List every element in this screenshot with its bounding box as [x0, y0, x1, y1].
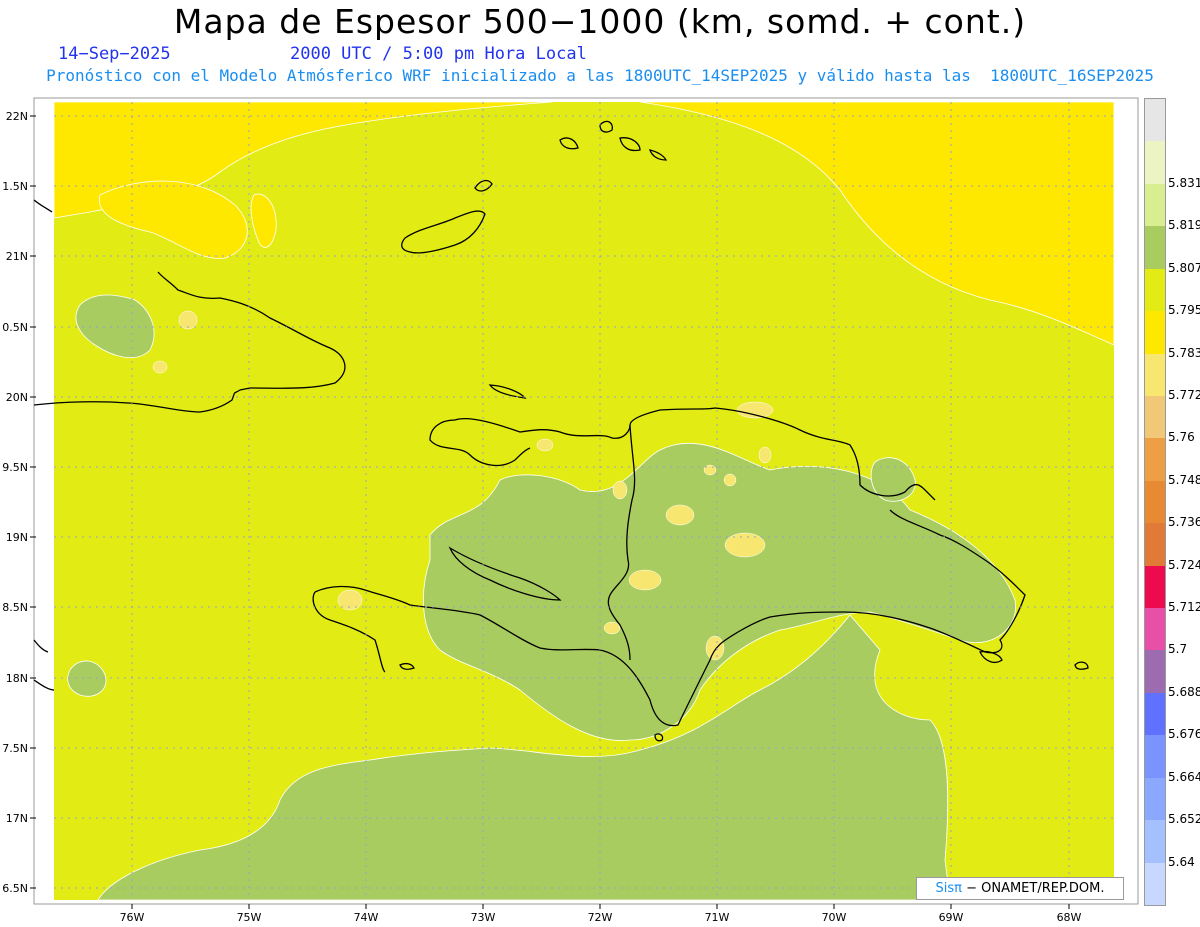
lat-tick-label: 0.5N — [2, 321, 28, 334]
lat-tick-label: 7.5N — [2, 742, 28, 755]
color-scale-bin — [1145, 777, 1165, 821]
lon-tick-label: 72W — [588, 911, 613, 924]
lat-tick-label: 17N — [6, 812, 28, 825]
spot — [723, 473, 737, 487]
lon-tick-label: 76W — [120, 911, 145, 924]
color-scale-bin — [1145, 183, 1165, 227]
color-scale-label: 5.807 — [1168, 260, 1200, 275]
color-scale-label: 5.831 — [1168, 175, 1200, 190]
color-scale-bin — [1145, 565, 1165, 609]
color-scale-label: 5.664 — [1168, 769, 1200, 784]
color-scale-label: 5.7 — [1168, 642, 1188, 657]
color-scale-label: 5.676 — [1168, 727, 1200, 742]
color-scale-labels: 5.64 5.652 5.664 5.676 5.688 5.7 5.712 5.724 5.7… — [1168, 98, 1200, 904]
lat-tick-label: 9.5N — [2, 461, 28, 474]
lat-tick-label: 21N — [6, 250, 28, 263]
lon-tick-label: 68W — [1057, 911, 1082, 924]
color-scale-label: 5.772 — [1168, 387, 1200, 402]
color-scale-label: 5.688 — [1168, 684, 1200, 699]
color-scale-label: 5.724 — [1168, 557, 1200, 572]
credit-text: − ONAMET/REP.DOM. — [961, 881, 1105, 896]
spot — [603, 621, 621, 635]
spot — [536, 438, 554, 452]
lat-tick-label: 8.5N — [2, 601, 28, 614]
thickness-map: 22N 1.5N 21N 0.5N 20N 9.5N 19N 8.5N 18N 7.5N 17N 6.… — [2, 97, 1139, 924]
spot — [665, 504, 695, 526]
color-scale-label: 5.795 — [1168, 303, 1200, 318]
spot — [724, 532, 766, 558]
color-scale-bin — [1145, 311, 1165, 354]
color-scale-bin — [1145, 99, 1165, 142]
color-scale-label: 5.748 — [1168, 472, 1200, 487]
lat-tick-label: 19N — [6, 531, 28, 544]
lon-tick-label: 75W — [237, 911, 262, 924]
spot — [178, 310, 198, 330]
lon-tick-label: 70W — [822, 911, 847, 924]
credit-brand: Sisπ — [935, 881, 962, 896]
color-scale-bin — [1145, 226, 1165, 269]
color-scale-bin — [1145, 862, 1165, 906]
spot — [705, 635, 725, 661]
spot — [152, 360, 168, 374]
color-scale-label: 5.819 — [1168, 218, 1200, 233]
low-thickness-patch — [67, 660, 107, 697]
lon-tick-label: 69W — [939, 911, 964, 924]
color-scale-bin — [1145, 692, 1165, 736]
spot — [758, 446, 772, 464]
lat-tick-label: 6.5N — [2, 882, 28, 895]
spot — [736, 401, 774, 419]
lat-tick-label: 20N — [6, 391, 28, 404]
spot — [628, 569, 662, 591]
color-scale-label: 5.712 — [1168, 600, 1200, 615]
lat-tick-label: 18N — [6, 672, 28, 685]
lon-tick-label: 71W — [705, 911, 730, 924]
coast-island-small — [33, 199, 55, 691]
color-scale-bin — [1145, 268, 1165, 312]
credit-box: Sisπ − ONAMET/REP.DOM. — [916, 877, 1124, 900]
color-scale-bin — [1145, 438, 1165, 481]
color-scale-bin — [1145, 650, 1165, 693]
color-scale-bar — [1144, 98, 1166, 906]
color-scale-bin — [1145, 353, 1165, 396]
color-scale-bin — [1145, 395, 1165, 439]
color-scale-bin — [1145, 523, 1165, 566]
color-scale-label: 5.64 — [1168, 854, 1195, 869]
color-scale-bin — [1145, 141, 1165, 184]
color-scale-label: 5.736 — [1168, 515, 1200, 530]
color-scale-label: 5.783 — [1168, 345, 1200, 360]
lon-tick-label: 74W — [354, 911, 379, 924]
lon-tick-label: 73W — [471, 911, 496, 924]
color-scale-label: 5.76 — [1168, 430, 1195, 445]
spot — [612, 480, 628, 500]
longitude-axis: 76W 75W 74W 73W 72W 71W 70W 69W 68W — [120, 904, 1082, 924]
color-scale-bin — [1145, 820, 1165, 863]
lat-tick-label: 22N — [6, 110, 28, 123]
map-plot-area — [33, 101, 1115, 901]
color-scale-bin — [1145, 735, 1165, 778]
color-scale-bin — [1145, 480, 1165, 524]
color-scale-label: 5.652 — [1168, 812, 1200, 827]
latitude-axis: 22N 1.5N 21N 0.5N 20N 9.5N 19N 8.5N 18N 7.5N 17N 6.… — [2, 110, 36, 895]
color-scale-bin — [1145, 608, 1165, 651]
lat-tick-label: 1.5N — [2, 180, 28, 193]
